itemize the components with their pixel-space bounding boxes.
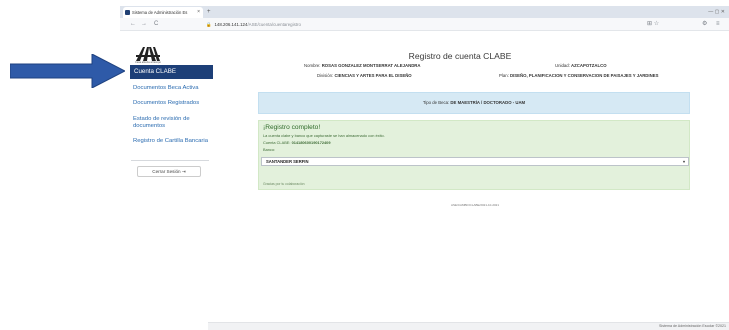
sidebar-item-documentos-beca-activa[interactable]: Documentos Beca Activa — [130, 85, 213, 92]
beca-info-banner: Tipo de Beca: DE MAESTRÍA / DOCTORADO - … — [258, 92, 690, 114]
sidebar-divider — [131, 160, 209, 161]
bottom-bar — [208, 322, 729, 330]
sidebar-item-documentos-registrados[interactable]: Documentos Registrados — [130, 100, 213, 107]
logout-label: Cerrar Sesión — [152, 169, 181, 174]
sidebar-item-estado-revision[interactable]: Estado de revisión de documentos — [130, 116, 213, 130]
url-field[interactable]: 🔒 148.206.141.124/ASE/cuenta/cuentaregist… — [206, 20, 301, 29]
plan-value: DISEÑO, PLANIFICACION Y CONSERVACION DE … — [510, 73, 659, 78]
new-tab-button[interactable]: + — [207, 7, 211, 18]
sidebar-item-cuenta-clabe[interactable]: Cuenta CLABE — [130, 65, 213, 79]
success-alert — [258, 120, 690, 190]
forward-arrow-icon[interactable]: → — [141, 20, 147, 29]
success-note: Gracias por tu colaboración — [263, 182, 305, 186]
unidad-label: Unidad: — [555, 63, 570, 68]
success-description: La cuenta clabe y banco que capturaste s… — [263, 133, 385, 138]
window-controls[interactable]: — ▢ ✕ — [708, 6, 725, 18]
browser-tab-bar — [120, 6, 729, 18]
bank-select[interactable]: SANTANDER SERFIN ▾ — [261, 157, 689, 166]
banco-label: Banco: — [263, 147, 276, 152]
page-title: Registro de cuenta CLABE — [408, 51, 512, 61]
division-value: CIENCIAS Y ARTES PARA EL DISEÑO — [334, 73, 412, 78]
nombre-value: ROSAS GONZALEZ MONTSERRAT ALEJANDRA — [321, 63, 421, 68]
favicon-icon — [125, 10, 130, 15]
bottom-bar-text: Sistema de Administración Escolar ©2021 — [659, 324, 726, 328]
cuenta-label: Cuenta CLABE: — [263, 140, 291, 145]
beca-value: DE MAESTRÍA / DOCTORADO - UAM — [450, 100, 526, 105]
browser-tab[interactable]: Sistema de Administración Es × — [123, 7, 203, 18]
cuenta-clabe-row: Cuenta CLABE: 014180600190172409 — [263, 140, 331, 145]
sidebar-item-cartilla-bancaria[interactable]: Registro de Cartilla Bancaria — [130, 138, 213, 145]
logout-button[interactable]: Cerrar Sesión ⇥ — [137, 166, 201, 177]
chevron-down-icon: ▾ — [682, 159, 685, 164]
close-tab-icon[interactable]: × — [197, 7, 200, 18]
gear-icon[interactable]: ⚙ — [702, 20, 707, 29]
cuenta-value: 014180600190172409 — [291, 140, 331, 145]
plan-row: Plan: DISEÑO, PLANIFICACION Y CONSERVACI… — [499, 73, 658, 79]
arrow-right-icon — [10, 54, 125, 88]
plan-label: Plan: — [499, 73, 509, 78]
reload-icon[interactable]: C — [154, 20, 158, 29]
division-row: División: CIENCIAS Y ARTES PARA EL DISEÑ… — [317, 73, 412, 79]
logout-icon: ⇥ — [181, 169, 186, 174]
footer-code: ASE/CAMBIOCLABE/2021-10-2021 — [450, 203, 500, 207]
logo-caption: Casa abierta al tiempo — [135, 61, 161, 64]
beca-label: Tipo de Beca: — [422, 100, 450, 105]
unidad-value: AZCAPOTZALCO — [571, 63, 607, 68]
unidad-row: Unidad: AZCAPOTZALCO — [555, 63, 607, 69]
nombre-row: Nombre: ROSAS GONZALEZ MONTSERRAT ALEJAN… — [304, 63, 421, 69]
tab-title: Sistema de Administración Es — [132, 10, 188, 15]
division-label: División: — [317, 73, 334, 78]
bank-selected-value: SANTANDER SERFIN — [266, 159, 309, 164]
back-arrow-icon[interactable]: ← — [130, 20, 136, 29]
lock-icon: 🔒 — [206, 22, 212, 27]
toolbar-icons[interactable]: ⊞ ☆ — [647, 20, 659, 29]
url-host: 148.206.141.124 — [214, 22, 248, 27]
nombre-label: Nombre: — [304, 63, 321, 68]
url-path: /ASE/cuenta/cuentaregistro — [247, 22, 301, 27]
menu-icon[interactable]: ≡ — [716, 20, 720, 29]
success-title: ¡Registro completo! — [263, 124, 321, 131]
